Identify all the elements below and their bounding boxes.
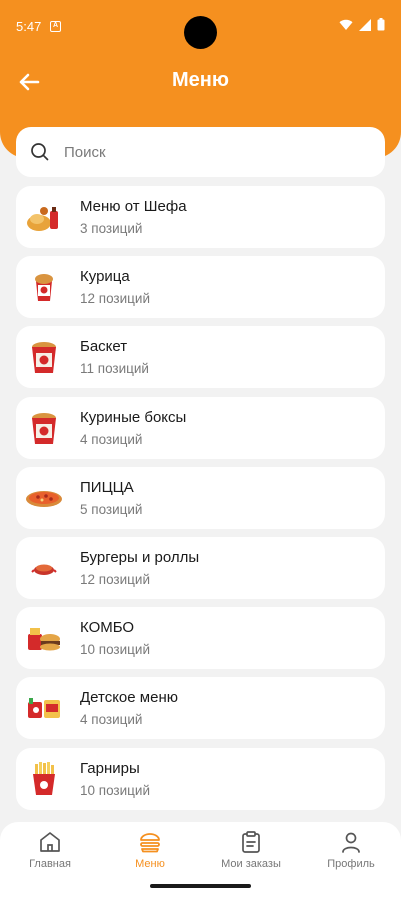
search-input[interactable]	[64, 143, 354, 161]
category-count: 11 позиций	[80, 361, 149, 377]
home-indicator[interactable]	[150, 884, 251, 888]
category-item[interactable]: Бургеры и роллы 12 позиций	[16, 536, 385, 599]
combo-icon	[28, 628, 60, 651]
chef-menu-icon	[27, 207, 58, 231]
category-item[interactable]: ПИЦЦА 5 позиций	[16, 466, 385, 529]
category-list: Меню от Шефа 3 позиций Курица 12 позиций…	[16, 186, 385, 818]
category-name: Меню от Шефа	[80, 198, 187, 215]
search-icon	[31, 143, 49, 161]
nav-item-menu[interactable]: Меню	[100, 830, 200, 874]
category-item[interactable]: Детское меню 4 позиций	[16, 677, 385, 740]
camera-cutout	[184, 16, 217, 49]
fries-icon	[33, 761, 55, 795]
category-count: 3 позиций	[80, 221, 143, 236]
category-count: 4 позиций	[80, 712, 143, 728]
signal-icon	[359, 18, 371, 31]
status-bar: 5:47 A	[0, 0, 401, 52]
category-name: Баскет	[80, 338, 128, 356]
category-name: Курица	[80, 268, 130, 286]
nav-label: Профиль	[327, 858, 375, 870]
home-icon	[40, 832, 60, 852]
category-count: 12 позиций	[80, 571, 150, 587]
kids-menu-icon	[28, 698, 60, 719]
basket-icon	[32, 342, 56, 374]
category-count: 10 позиций	[80, 642, 150, 658]
page-title: Меню	[172, 69, 229, 91]
menu-screen: 5:47 A Меню Поиск Меню от Шефа 3 позиций…	[0, 0, 401, 900]
chicken-box-icon	[32, 412, 56, 444]
category-item[interactable]: Баскет 11 позиций	[16, 326, 385, 389]
burger-roll-icon	[31, 564, 57, 575]
burger-icon	[140, 833, 160, 853]
nav-label: Мои заказы	[221, 858, 281, 870]
category-name: КОМБО	[80, 619, 135, 637]
category-name: ПИЦЦА	[80, 478, 134, 496]
nav-item-profile[interactable]: Профиль	[301, 830, 401, 874]
nav-label: Главная	[29, 858, 71, 870]
battery-icon	[377, 18, 385, 31]
wifi-icon	[339, 19, 353, 30]
nav-label: Меню	[135, 858, 165, 870]
chicken-icon	[35, 274, 53, 302]
category-item[interactable]: Куриные боксы 4 позиций	[16, 396, 385, 459]
category-item[interactable]: Гарниры 10 позиций	[16, 747, 385, 810]
pizza-icon	[26, 490, 62, 507]
search-bar[interactable]	[16, 127, 385, 177]
category-name: Бургеры и роллы	[80, 548, 200, 566]
nav-item-home[interactable]: Главная	[0, 830, 100, 874]
user-icon	[342, 832, 360, 853]
category-item[interactable]: Курица 12 позиций	[16, 256, 385, 319]
category-name: Детское меню	[80, 689, 178, 707]
notification-icon: A	[50, 21, 61, 32]
clipboard-icon	[242, 831, 260, 853]
category-item[interactable]: КОМБО 10 позиций	[16, 607, 385, 670]
status-time: 5:47	[16, 19, 42, 34]
bottom-nav: Главная Меню Мои заказы Профиль	[0, 822, 401, 900]
nav-item-orders[interactable]: Мои заказы	[201, 830, 301, 874]
category-count: 4 позиций	[80, 431, 143, 447]
category-count: 10 позиций	[80, 782, 150, 798]
category-item[interactable]: Меню от Шефа 3 позиций	[16, 186, 385, 248]
category-count: 5 позиций	[80, 501, 143, 517]
category-name: Куриные боксы	[80, 408, 187, 426]
category-name: Гарниры	[80, 759, 140, 777]
status-icons	[339, 18, 385, 31]
category-count: 12 позиций	[80, 291, 150, 307]
